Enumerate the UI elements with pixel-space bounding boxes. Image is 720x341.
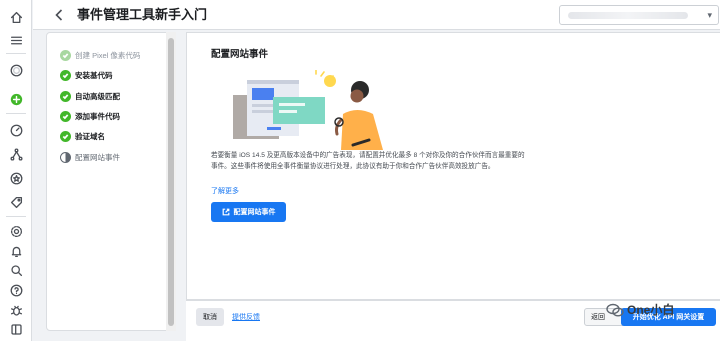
button-label: 配置网站事件 bbox=[233, 209, 276, 216]
step-label: 安装基代码 bbox=[75, 70, 113, 80]
description-text: 若要衡量 iOS 14.5 及更高版本设备中的广告表现，请配置并优化最多 8 个… bbox=[211, 152, 525, 170]
home-icon[interactable] bbox=[0, 9, 32, 25]
learn-more-link[interactable]: 了解更多 bbox=[211, 186, 239, 196]
step-create-pixel[interactable]: 创建 Pixel 像素代码 bbox=[60, 48, 140, 62]
account-selector[interactable]: ▾ bbox=[559, 5, 719, 25]
tag-icon[interactable] bbox=[0, 194, 32, 210]
cancel-button[interactable]: 取消 bbox=[196, 308, 224, 326]
step-install-base-code[interactable]: 安装基代码 bbox=[60, 68, 113, 82]
watermark: One小白 bbox=[606, 301, 674, 318]
page-header: 事件管理工具新手入门 ▾ bbox=[33, 0, 720, 30]
avatar[interactable] bbox=[0, 62, 32, 78]
star-icon[interactable] bbox=[0, 170, 32, 186]
settings-icon[interactable] bbox=[0, 223, 32, 239]
dashboard-icon[interactable] bbox=[0, 122, 32, 138]
configure-events-illustration bbox=[233, 69, 403, 150]
menu-icon[interactable] bbox=[0, 32, 32, 48]
check-icon bbox=[60, 130, 71, 142]
step-configure-web-events[interactable]: 配置网站事件 bbox=[60, 150, 120, 164]
step-label: 验证域名 bbox=[75, 131, 105, 141]
network-icon[interactable] bbox=[0, 146, 32, 162]
section-title: 配置网站事件 bbox=[211, 49, 269, 60]
chat-bubble-icon bbox=[606, 303, 624, 316]
divider bbox=[6, 216, 26, 217]
page-title: 事件管理工具新手入门 bbox=[77, 7, 208, 22]
left-nav-rail bbox=[0, 0, 32, 341]
bug-icon[interactable] bbox=[0, 302, 32, 318]
create-plus-icon[interactable] bbox=[0, 91, 32, 107]
configure-web-events-button[interactable]: 配置网站事件 bbox=[211, 202, 286, 222]
scrollbar-thumb[interactable] bbox=[168, 38, 174, 326]
check-icon bbox=[60, 110, 71, 122]
bell-icon[interactable] bbox=[0, 243, 32, 259]
step-label: 自动高级匹配 bbox=[75, 91, 120, 101]
check-icon bbox=[60, 90, 71, 102]
search-icon[interactable] bbox=[0, 262, 32, 278]
feedback-link[interactable]: 提供反馈 bbox=[232, 312, 260, 322]
help-icon[interactable] bbox=[0, 282, 32, 298]
step-label: 配置网站事件 bbox=[75, 152, 120, 162]
check-icon bbox=[60, 49, 71, 61]
check-icon bbox=[60, 69, 71, 81]
chevron-down-icon: ▾ bbox=[707, 10, 712, 20]
divider bbox=[6, 113, 26, 114]
step-label: 添加事件代码 bbox=[75, 111, 120, 121]
half-circle-icon bbox=[60, 151, 71, 163]
step-add-event-code[interactable]: 添加事件代码 bbox=[60, 109, 120, 123]
step-auto-advanced-matching[interactable]: 自动高级匹配 bbox=[60, 89, 120, 103]
panel-icon[interactable] bbox=[0, 321, 32, 337]
step-verify-domain[interactable]: 验证域名 bbox=[60, 129, 105, 143]
divider bbox=[6, 53, 26, 54]
step-label: 创建 Pixel 像素代码 bbox=[75, 50, 141, 60]
watermark-text: One小白 bbox=[627, 303, 675, 317]
account-name-redacted bbox=[568, 12, 688, 19]
back-arrow-icon[interactable] bbox=[51, 6, 67, 24]
external-link-icon bbox=[222, 208, 229, 216]
